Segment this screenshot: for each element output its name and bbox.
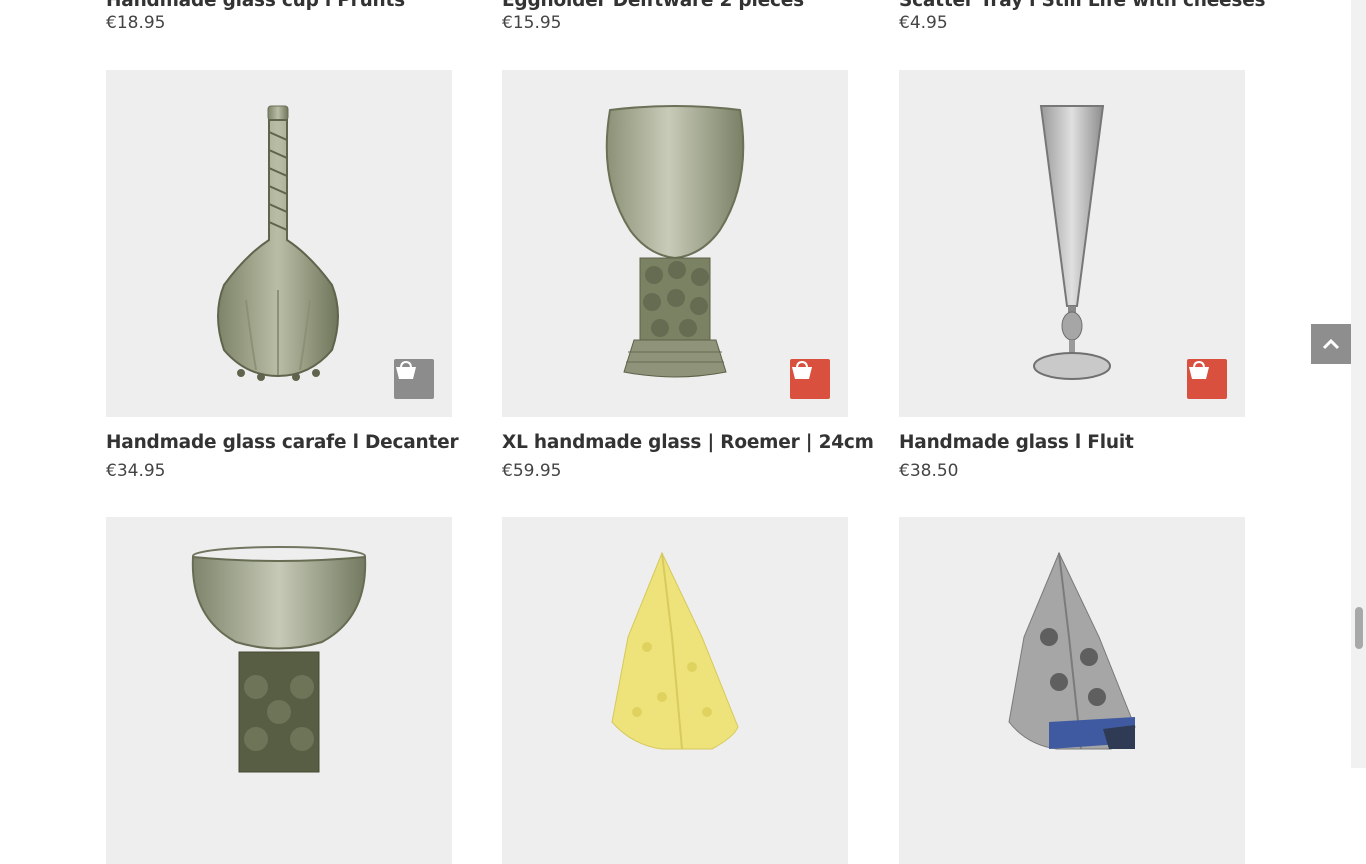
- product-price: €34.95: [106, 461, 166, 481]
- chevron-up-icon: [1322, 338, 1340, 350]
- product-title[interactable]: XL handmade glass | Roemer | 24cm: [502, 432, 922, 453]
- shopping-bag-icon: [1189, 360, 1209, 379]
- product-image[interactable]: [106, 70, 452, 417]
- product-title[interactable]: Handmade glass carafe l Decanter: [106, 432, 526, 453]
- product-image[interactable]: [899, 517, 1245, 864]
- product-image[interactable]: [502, 70, 848, 417]
- product-price: €38.50: [899, 461, 959, 481]
- product-price: €18.95: [106, 13, 166, 33]
- product-price: €59.95: [502, 461, 562, 481]
- scroll-to-top-button[interactable]: [1311, 324, 1351, 364]
- product-price: €4.95: [899, 13, 948, 33]
- product-price: €15.95: [502, 13, 562, 33]
- add-to-cart-button[interactable]: [1187, 359, 1227, 399]
- add-to-cart-button[interactable]: [394, 359, 434, 399]
- scrollbar[interactable]: [1351, 0, 1366, 768]
- product-image[interactable]: [899, 70, 1245, 417]
- roemer-bowl-icon: [191, 546, 367, 773]
- shopping-bag-icon: [792, 360, 812, 379]
- product-title[interactable]: Handmade glass l Fluit: [899, 432, 1319, 453]
- product-title[interactable]: Handmade glass cup l Prunts: [106, 0, 405, 11]
- shopping-bag-icon: [396, 360, 416, 379]
- product-image[interactable]: [502, 517, 848, 864]
- product-title[interactable]: Eggholder Delftware 2 pieces: [502, 0, 804, 11]
- grey-tea-towel-icon: [1008, 551, 1136, 750]
- product-image[interactable]: [106, 517, 452, 864]
- add-to-cart-button[interactable]: [790, 359, 830, 399]
- yellow-tea-towel-icon: [611, 551, 739, 750]
- product-title[interactable]: Scatter Tray l Still Life with cheeses: [899, 0, 1266, 11]
- scrollbar-thumb[interactable]: [1355, 607, 1363, 649]
